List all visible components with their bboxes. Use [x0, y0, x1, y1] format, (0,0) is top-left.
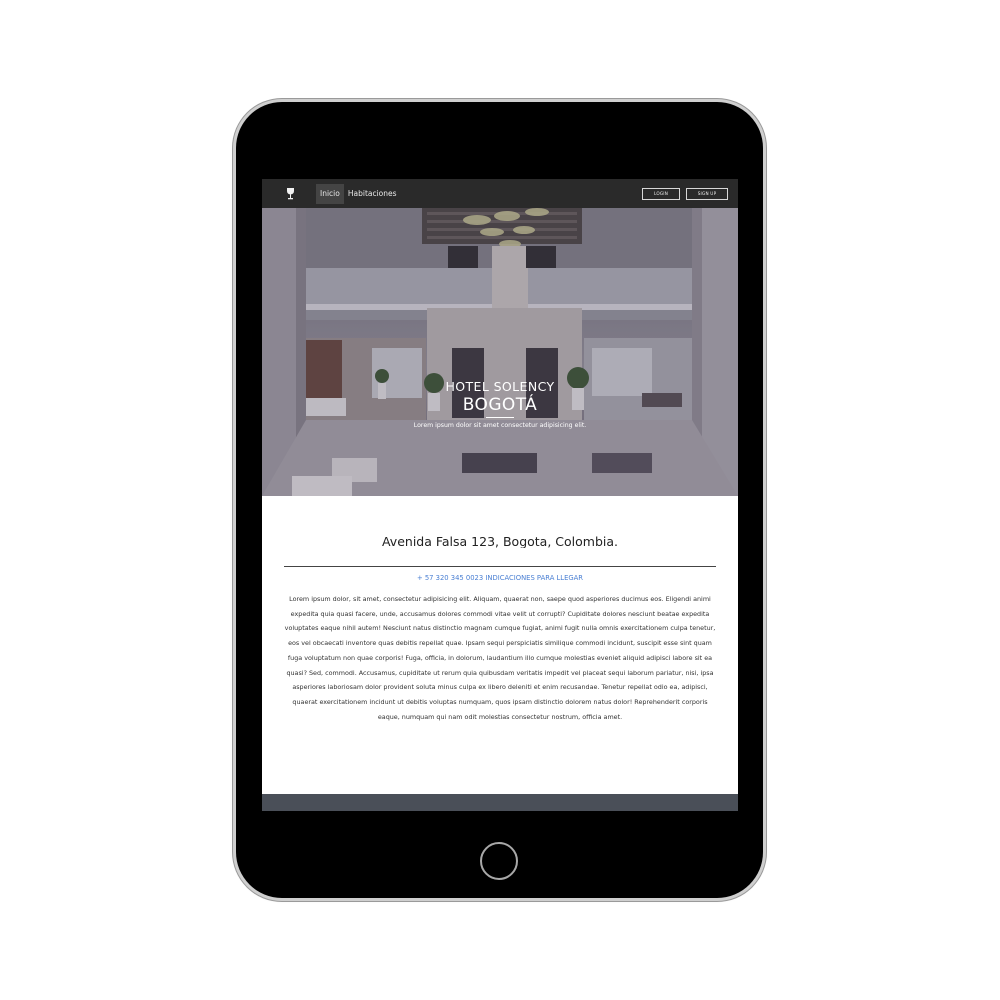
home-button[interactable]: [480, 842, 518, 880]
hotel-address: Avenida Falsa 123, Bogota, Colombia.: [381, 536, 619, 548]
hero-underline: [486, 417, 514, 418]
directions-link[interactable]: INDICACIONES PARA LLEGAR: [485, 574, 583, 582]
hero-title: HOTEL SOLENCY: [445, 379, 555, 394]
nav-link-habitaciones[interactable]: Habitaciones: [344, 184, 401, 204]
brand-logo[interactable]: [280, 179, 300, 208]
nav-link-inicio[interactable]: Inicio: [316, 183, 344, 204]
section-divider: [284, 566, 716, 567]
info-section: Avenida Falsa 123, Bogota, Colombia. + 5…: [262, 496, 738, 794]
tablet-screen: Inicio Habitaciones LOGIN SIGN UP HOTEL …: [262, 179, 738, 811]
phone-link[interactable]: + 57 320 345 0023: [417, 574, 483, 582]
hero-banner: HOTEL SOLENCY BOGOTÁ Lorem ipsum dolor s…: [262, 208, 738, 496]
contact-line: + 57 320 345 0023 INDICACIONES PARA LLEG…: [262, 573, 738, 583]
login-button[interactable]: LOGIN: [642, 187, 680, 200]
signup-button[interactable]: SIGN UP: [686, 187, 728, 200]
hero-city: BOGOTÁ: [462, 395, 538, 415]
nav-auth-buttons: LOGIN SIGN UP: [642, 187, 728, 200]
tablet-device-frame: Inicio Habitaciones LOGIN SIGN UP HOTEL …: [236, 102, 763, 898]
wine-glass-icon: [286, 188, 294, 200]
hotel-description: Lorem ipsum dolor, sit amet, consectetur…: [284, 595, 716, 721]
hero-overlay: [262, 208, 738, 496]
hero-tagline: Lorem ipsum dolor sit amet consectetur a…: [413, 422, 587, 429]
top-navbar: Inicio Habitaciones LOGIN SIGN UP: [262, 179, 738, 208]
footer-bar: [262, 794, 738, 811]
hero-caption: HOTEL SOLENCY BOGOTÁ Lorem ipsum dolor s…: [262, 379, 738, 431]
